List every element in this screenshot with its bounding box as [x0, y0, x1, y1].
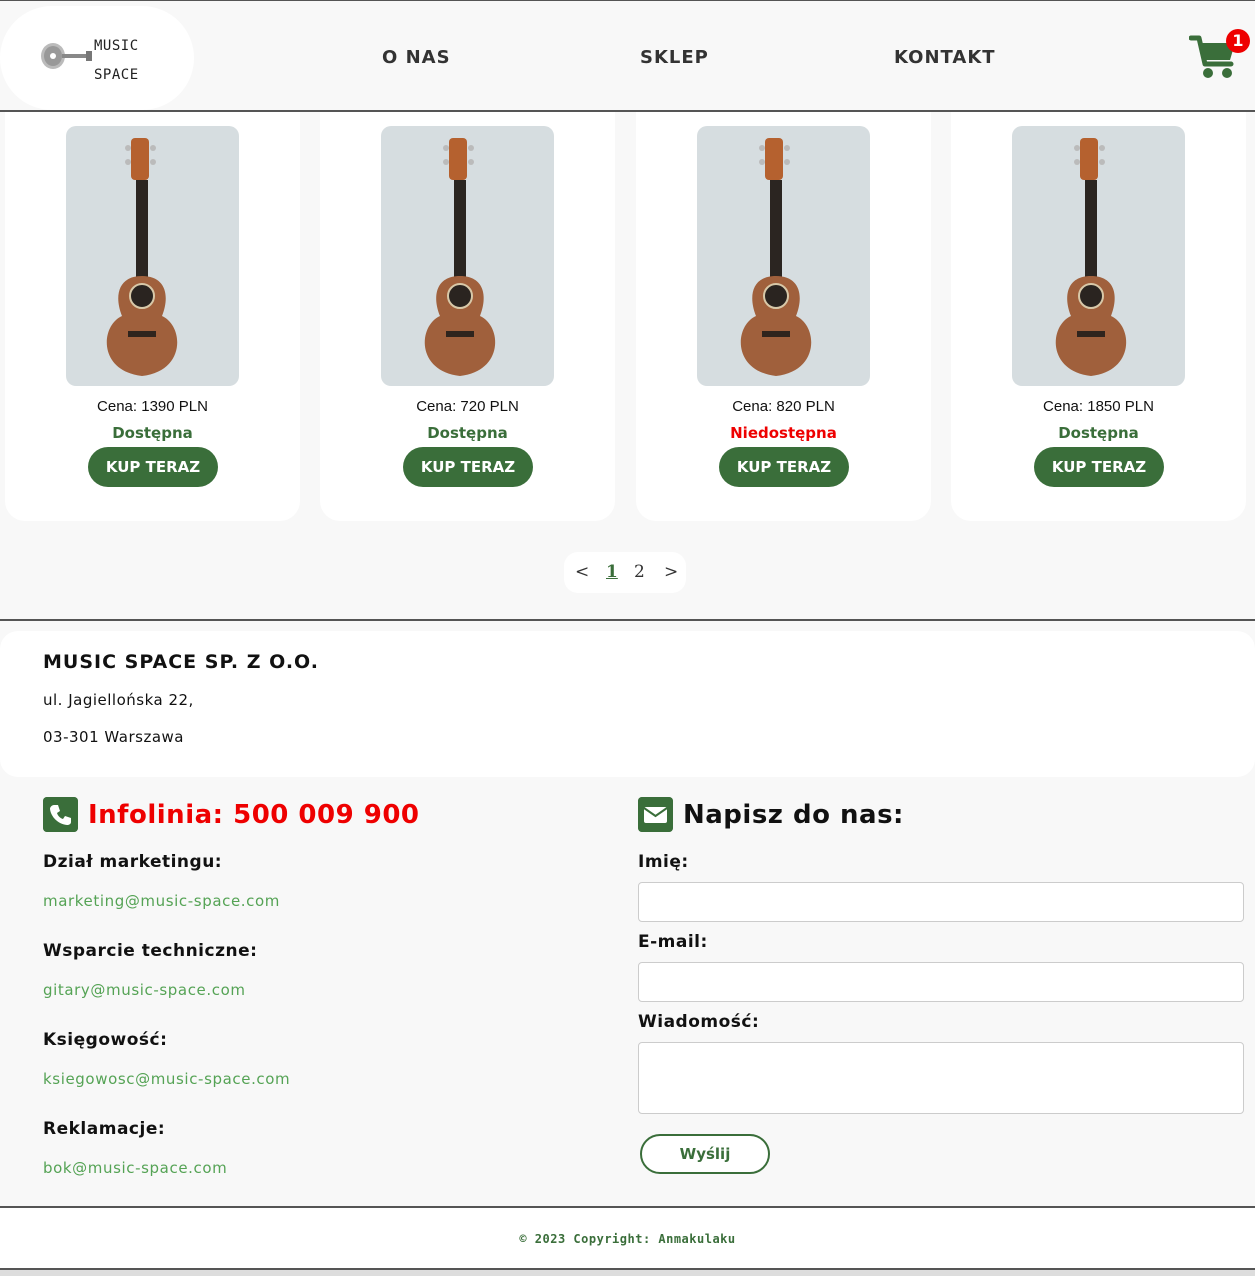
name-field[interactable]	[638, 882, 1244, 922]
product-image[interactable]	[381, 126, 554, 386]
product-card: Cena: 1850 PLN Dostępna KUP TERAZ	[951, 112, 1246, 521]
message-label: Wiadomość:	[638, 1012, 760, 1032]
product-card: Cena: 820 PLN Niedostępna KUP TERAZ	[636, 112, 931, 521]
next-page-button[interactable]: >	[664, 562, 678, 582]
logo-line-1: MUSIC	[94, 38, 139, 54]
product-card: Cena: 1390 PLN Dostępna KUP TERAZ	[5, 112, 300, 521]
buy-now-button[interactable]: KUP TERAZ	[88, 447, 218, 487]
pagination: < 1 2 >	[564, 552, 686, 593]
envelope-icon	[638, 797, 673, 832]
buy-now-button[interactable]: KUP TERAZ	[1034, 447, 1164, 487]
hotline-number[interactable]: Infolinia: 500 009 900	[88, 800, 420, 830]
send-button[interactable]: Wyślij	[640, 1134, 770, 1174]
email-label: E-mail:	[638, 932, 708, 952]
product-price: Cena: 820 PLN	[732, 398, 835, 415]
logo-text: MUSIC SPACE	[94, 32, 139, 90]
company-address-street: ul. Jagiellońska 22,	[43, 691, 194, 709]
dept-email-link[interactable]: ksiegowosc@music-space.com	[43, 1070, 290, 1088]
availability-status: Dostępna	[112, 424, 193, 442]
contact-form-title: Napisz do nas:	[683, 800, 904, 830]
ukulele-icon	[424, 138, 496, 376]
dept-label: Wsparcie techniczne:	[43, 941, 258, 961]
buy-now-button[interactable]: KUP TERAZ	[719, 447, 849, 487]
message-field[interactable]	[638, 1042, 1244, 1114]
page-1-link[interactable]: 1	[606, 562, 618, 582]
prev-page-button[interactable]: <	[575, 562, 589, 582]
dept-label: Księgowość:	[43, 1030, 168, 1050]
product-card: Cena: 720 PLN Dostępna KUP TERAZ	[320, 112, 615, 521]
buy-now-button[interactable]: KUP TERAZ	[403, 447, 533, 487]
dept-email-link[interactable]: marketing@music-space.com	[43, 892, 280, 910]
logo-line-2: SPACE	[94, 67, 139, 83]
copyright-text: © 2023 Copyright: Anmakulaku	[519, 1232, 736, 1246]
nav-about[interactable]: O NAS	[382, 47, 451, 68]
page-2-link[interactable]: 2	[634, 562, 645, 582]
ukulele-icon	[106, 138, 178, 376]
bottom-strip	[0, 1270, 1255, 1276]
product-image[interactable]	[1012, 126, 1185, 386]
dept-label: Reklamacje:	[43, 1119, 166, 1139]
availability-status: Dostępna	[1058, 424, 1139, 442]
nav-contact[interactable]: KONTAKT	[894, 47, 996, 68]
company-name: MUSIC SPACE SP. Z O.O.	[43, 651, 320, 673]
phone-icon	[43, 797, 78, 832]
ukulele-icon	[1055, 138, 1127, 376]
product-image[interactable]	[66, 126, 239, 386]
dept-email-link[interactable]: gitary@music-space.com	[43, 981, 246, 999]
site-footer: © 2023 Copyright: Anmakulaku	[0, 1206, 1255, 1270]
dept-email-link[interactable]: bok@music-space.com	[43, 1159, 227, 1177]
product-image[interactable]	[697, 126, 870, 386]
company-info: MUSIC SPACE SP. Z O.O. ul. Jagiellońska …	[0, 631, 1255, 777]
availability-status: Niedostępna	[730, 424, 837, 442]
nav-shop[interactable]: SKLEP	[640, 47, 709, 68]
divider	[0, 619, 1255, 621]
logo[interactable]: MUSIC SPACE	[0, 6, 194, 110]
product-price: Cena: 1390 PLN	[97, 398, 208, 415]
name-label: Imię:	[638, 852, 689, 872]
company-address-city: 03-301 Warszawa	[43, 728, 184, 746]
availability-status: Dostępna	[427, 424, 508, 442]
product-price: Cena: 1850 PLN	[1043, 398, 1154, 415]
ukulele-icon	[740, 138, 812, 376]
cart-count-badge: 1	[1226, 29, 1250, 53]
dept-label: Dział marketingu:	[43, 852, 223, 872]
email-field[interactable]	[638, 962, 1244, 1002]
guitar-logo-icon	[41, 43, 92, 69]
product-price: Cena: 720 PLN	[416, 398, 519, 415]
site-header: MUSIC SPACE O NAS SKLEP KONTAKT 1	[0, 0, 1255, 112]
